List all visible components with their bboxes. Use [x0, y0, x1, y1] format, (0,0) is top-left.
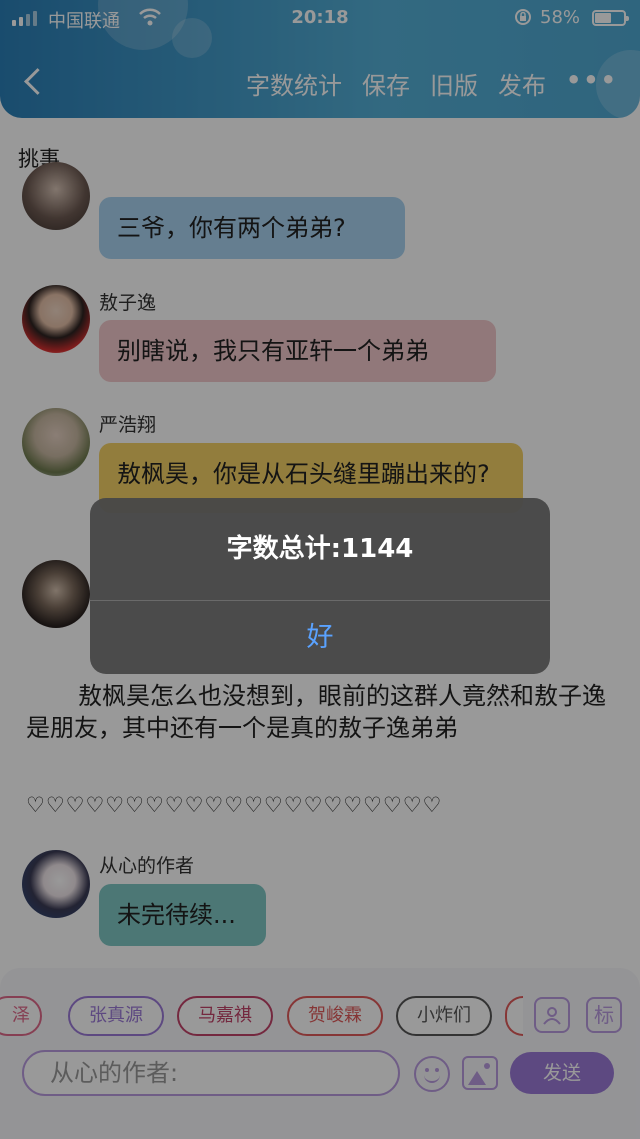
dialog-message: 字数总计:1144	[226, 534, 414, 564]
dialog-ok-button[interactable]: 好	[90, 601, 550, 674]
word-count-dialog: 字数总计:1144 好	[90, 498, 550, 674]
